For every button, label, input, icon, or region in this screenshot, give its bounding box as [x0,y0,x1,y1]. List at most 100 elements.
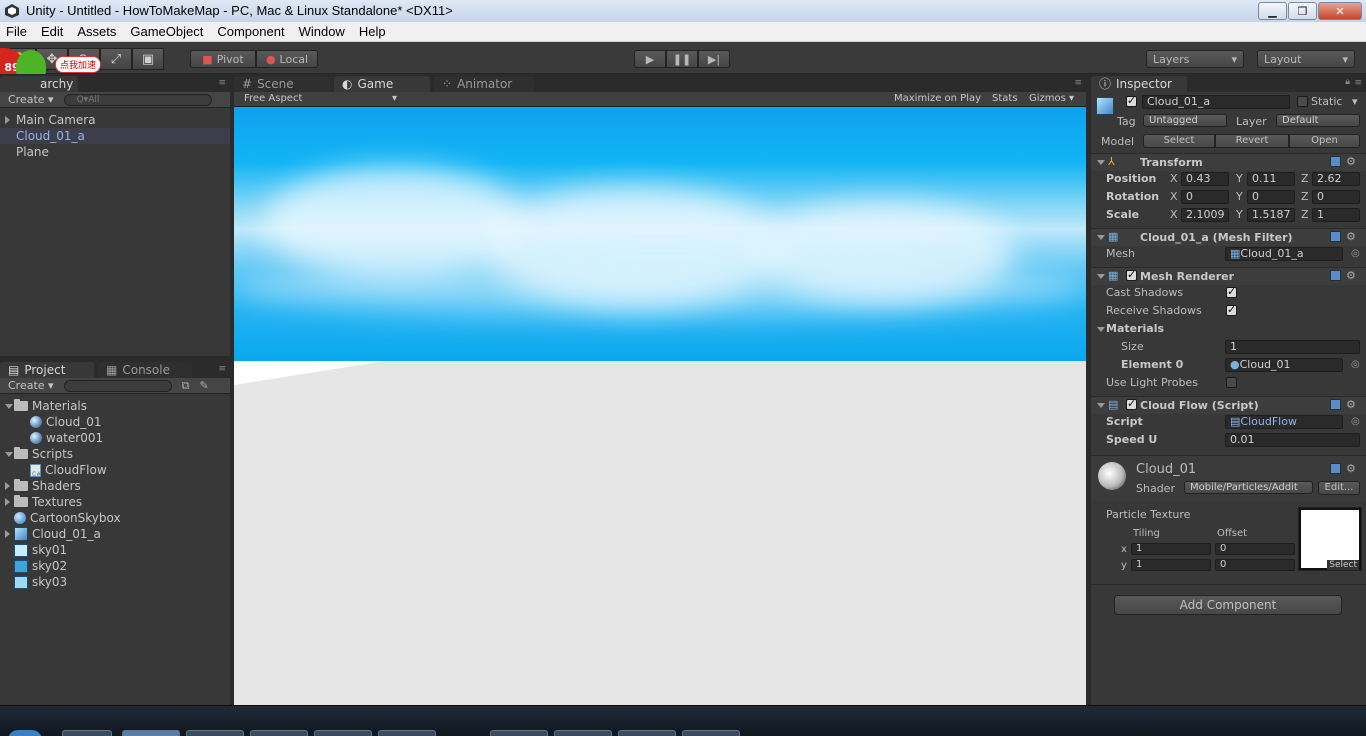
mesh-renderer-enabled-checkbox[interactable] [1126,268,1137,281]
taskbar-item[interactable] [250,730,308,736]
tab-game[interactable]: ◐ Game [334,76,430,93]
panel-menu-icon[interactable]: ≡ [218,78,226,88]
static-dropdown-arrow-icon[interactable]: ▾ [1352,95,1358,108]
taskbar-item[interactable] [186,730,244,736]
rotation-z-field[interactable]: 0 [1312,190,1360,204]
tiling-y-field[interactable]: 1 [1131,559,1211,571]
cast-shadows-checkbox[interactable] [1226,285,1237,298]
object-picker-icon[interactable]: ◎ [1351,359,1360,370]
aspect-dropdown[interactable]: Free Aspect [244,93,302,104]
scale-y-field[interactable]: 1.5187 [1247,208,1295,222]
rotation-x-field[interactable]: 0 [1181,190,1229,204]
maximize-on-play-toggle[interactable]: Maximize on Play [894,93,981,104]
foldout-arrow-icon[interactable] [1097,327,1105,332]
tag-dropdown[interactable]: Untagged [1143,114,1227,127]
hierarchy-item-cloud[interactable]: Cloud_01_a [0,128,230,144]
edit-shader-button[interactable]: Edit... [1318,481,1360,495]
expand-arrow-icon[interactable] [5,498,10,506]
tab-inspector[interactable]: ⓘ Inspector [1091,76,1187,93]
layers-dropdown[interactable]: Layers ▾ [1146,50,1244,68]
gear-icon[interactable]: ⚙ [1346,155,1356,168]
scale-z-field[interactable]: 1 [1312,208,1360,222]
project-item[interactable]: Scripts [5,446,73,462]
foldout-arrow-icon[interactable] [1097,235,1105,240]
taskbar-item[interactable] [554,730,612,736]
rect-tool-icon[interactable]: ▣ [132,48,164,70]
stats-toggle[interactable]: Stats [992,93,1018,104]
taskbar-item[interactable] [490,730,548,736]
element-0-field[interactable]: ●Cloud_01 [1225,358,1343,372]
texture-slot[interactable]: Select [1298,507,1362,571]
transform-header[interactable] [1091,153,1366,171]
restore-button[interactable]: ❐ [1288,2,1317,20]
help-book-icon[interactable] [1330,399,1341,410]
local-toggle[interactable]: ● Local [256,50,318,68]
menu-gameobject[interactable]: GameObject [130,24,203,39]
foldout-arrow-icon[interactable] [1097,403,1105,408]
play-button[interactable]: ▶ [634,50,666,68]
taskbar-item[interactable] [618,730,676,736]
start-button-icon[interactable] [8,730,42,736]
rotation-y-field[interactable]: 0 [1247,190,1295,204]
pivot-toggle[interactable]: ■ Pivot [190,50,256,68]
position-y-field[interactable]: 0.11 [1247,172,1295,186]
object-picker-icon[interactable]: ◎ [1351,248,1360,259]
position-z-field[interactable]: 2.62 [1312,172,1360,186]
help-book-icon[interactable] [1330,463,1341,474]
object-name-field[interactable]: Cloud_01_a [1142,95,1290,109]
menu-window[interactable]: Window [299,24,345,39]
speed-up-badge[interactable]: 点我加速 [55,56,102,73]
project-item[interactable]: Materials [5,398,87,414]
minimize-button[interactable]: ▁ [1258,2,1287,20]
gear-icon[interactable]: ⚙ [1346,398,1356,411]
offset-y-field[interactable]: 0 [1215,559,1295,571]
project-search-input[interactable] [63,379,172,392]
project-item[interactable]: CartoonSkybox [14,510,121,526]
project-item[interactable]: sky02 [14,558,67,574]
tab-console[interactable]: ▦ Console [98,362,192,379]
gear-icon[interactable]: ⚙ [1346,269,1356,282]
foldout-arrow-icon[interactable] [1097,160,1105,165]
scale-x-field[interactable]: 2.1009 [1181,208,1229,222]
hierarchy-item-plane[interactable]: Plane [0,144,230,160]
filter-by-label-icon[interactable]: ✎ [199,379,208,392]
offset-x-field[interactable]: 0 [1215,543,1295,555]
menu-edit[interactable]: Edit [41,24,63,39]
tab-animator[interactable]: ⁘ Animator [434,76,534,93]
hierarchy-item-main-camera[interactable]: Main Camera [0,112,230,128]
help-book-icon[interactable] [1330,270,1341,281]
close-button[interactable]: ✕ [1318,2,1362,20]
expand-arrow-icon[interactable] [5,452,13,457]
menu-file[interactable]: File [6,24,27,39]
tab-hierarchy[interactable]: archy [0,76,78,93]
tiling-x-field[interactable]: 1 [1131,543,1211,555]
taskbar-item[interactable] [122,730,180,736]
model-open-button[interactable]: Open [1289,134,1360,148]
position-x-field[interactable]: 0.43 [1181,172,1229,186]
expand-arrow-icon[interactable] [5,404,13,409]
hierarchy-search-input[interactable]: Q▾All [63,93,212,106]
panel-menu-icon[interactable]: ≡ [1354,78,1362,88]
texture-select-button[interactable]: Select [1327,560,1359,570]
object-picker-icon[interactable]: ◎ [1351,416,1360,427]
scale-tool-icon[interactable]: ⤢ [100,48,132,70]
static-checkbox[interactable] [1297,96,1308,107]
help-book-icon[interactable] [1330,231,1341,242]
model-revert-button[interactable]: Revert [1215,134,1289,148]
menu-component[interactable]: Component [217,24,284,39]
add-component-button[interactable]: Add Component [1114,595,1342,615]
gizmos-dropdown[interactable]: Gizmos ▾ [1029,93,1074,104]
taskbar-item[interactable] [62,730,112,736]
materials-size-field[interactable]: 1 [1225,340,1360,354]
layout-dropdown[interactable]: Layout ▾ [1257,50,1355,68]
project-item[interactable]: CloudFlow [30,462,107,483]
layer-dropdown[interactable]: Default [1276,114,1360,127]
help-book-icon[interactable] [1330,156,1341,167]
model-select-button[interactable]: Select [1143,134,1215,148]
step-button[interactable]: ▶| [698,50,730,68]
light-probes-checkbox[interactable] [1226,377,1237,388]
pause-button[interactable]: ❚❚ [666,50,698,68]
gear-icon[interactable]: ⚙ [1346,230,1356,243]
receive-shadows-checkbox[interactable] [1226,303,1237,316]
project-item[interactable]: Cloud_01 [30,414,102,430]
